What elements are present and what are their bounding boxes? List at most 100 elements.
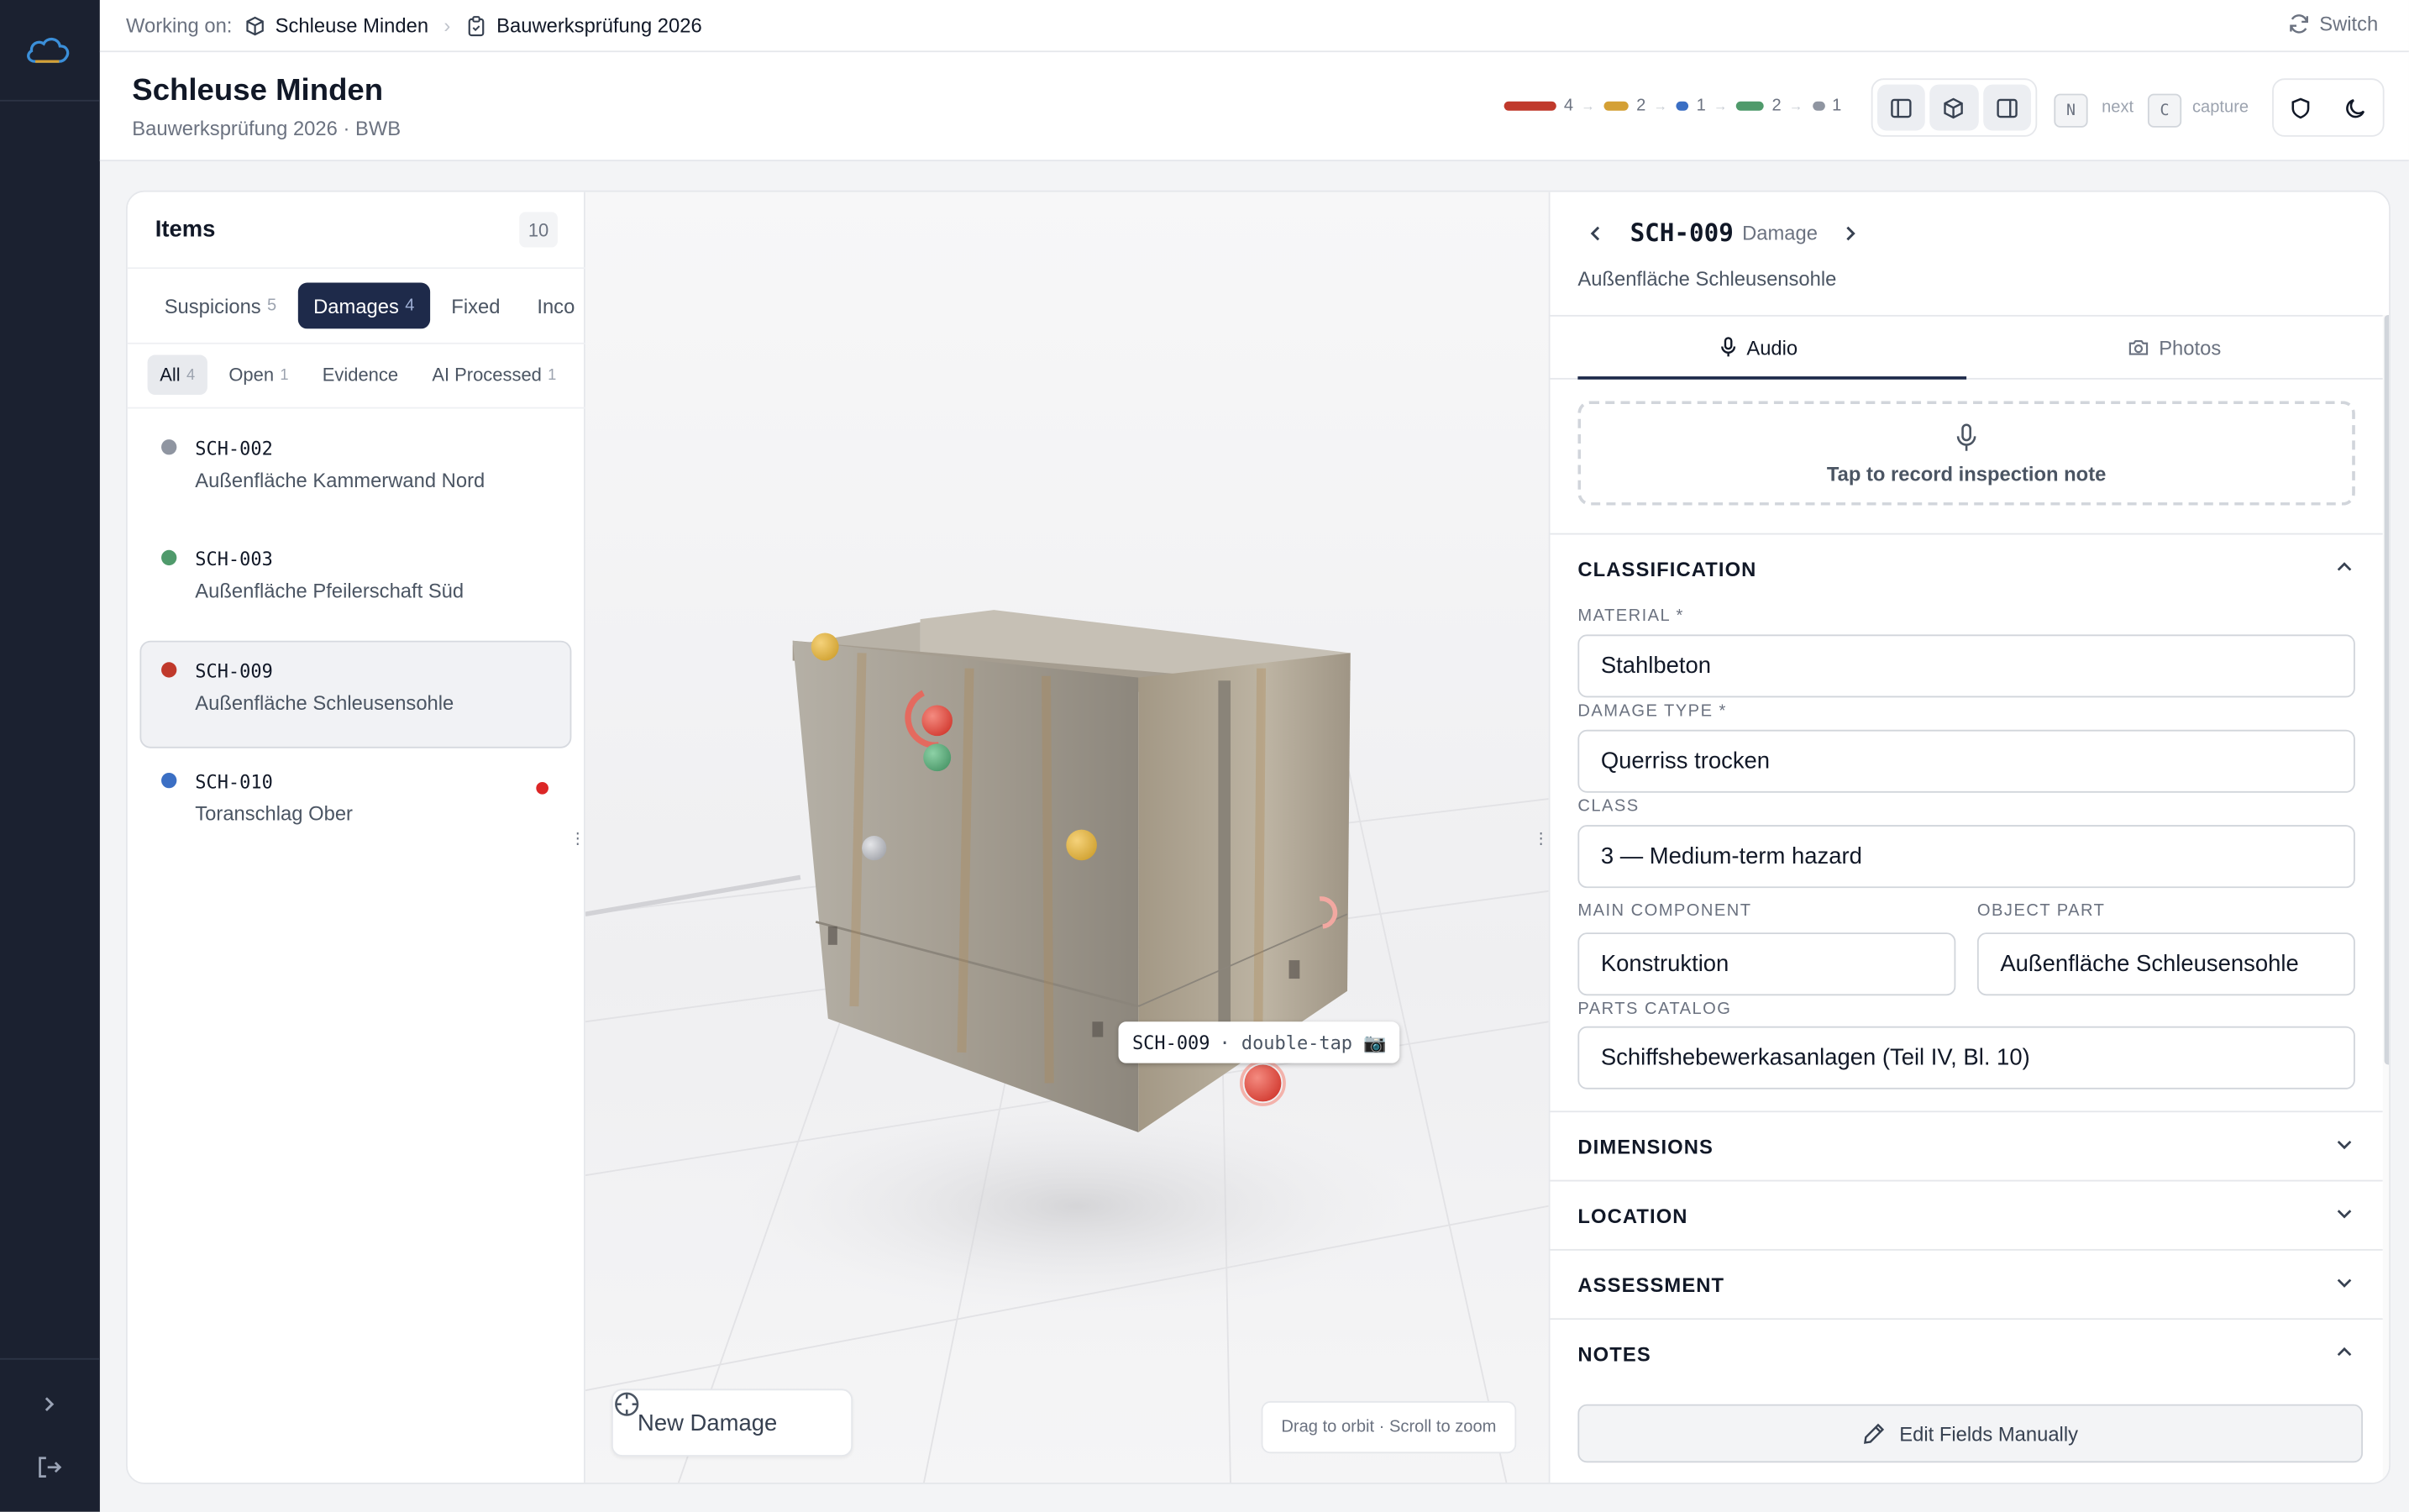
3d-scene[interactable]: [585, 192, 1549, 1484]
edit-fields-label: Edit Fields Manually: [1899, 1421, 2079, 1446]
object-part-field[interactable]: Außenfläche Schleusensohle: [1976, 932, 2355, 996]
list-item[interactable]: SCH-003 Außenfläche Pfeilerschaft Süd: [139, 528, 571, 636]
item-id: SCH-003: [195, 548, 273, 570]
legend-count: 1: [1832, 97, 1842, 116]
expand-sidebar-icon[interactable]: [31, 1386, 68, 1423]
list-item[interactable]: SCH-010 Toranschlag Ober: [139, 751, 571, 858]
legend-count: 2: [1771, 97, 1782, 116]
page-header: Schleuse Minden Bauwerksprüfung 2026 · B…: [99, 52, 2409, 162]
section-dimensions-header[interactable]: DIMENSIONS: [1550, 1110, 2383, 1179]
tab-count: 5: [267, 296, 277, 315]
section-assessment-header[interactable]: ASSESSMENT: [1550, 1248, 2383, 1318]
right-panel-toggle-button[interactable]: [1982, 84, 2031, 131]
list-item-selected[interactable]: SCH-009 Außenfläche Schleusensohle: [139, 640, 572, 748]
item-description: Außenfläche Schleusensohle: [195, 691, 454, 715]
dark-mode-button[interactable]: [2334, 86, 2377, 129]
context-bar: Working on: Schleuse Minden › Bauwerkspr…: [99, 0, 2409, 53]
tab-label: Suspicions: [164, 294, 261, 318]
section-title: LOCATION: [1577, 1204, 1688, 1228]
switch-button[interactable]: Switch: [2287, 13, 2378, 35]
legend-swatch: [1736, 101, 1765, 111]
edit-fields-button[interactable]: Edit Fields Manually: [1577, 1404, 2364, 1463]
scrollbar-thumb[interactable]: [2384, 314, 2390, 1065]
main-component-label: MAIN COMPONENT: [1577, 901, 1752, 921]
status-dot: [161, 439, 177, 455]
main-component-field[interactable]: Konstruktion: [1577, 932, 1956, 996]
tab-audio[interactable]: Audio: [1550, 317, 1967, 380]
capture-shortcut-key: C: [2147, 93, 2182, 128]
tab-audio-label: Audio: [1746, 335, 1798, 360]
section-classification-header[interactable]: CLASSIFICATION: [1550, 533, 2383, 602]
sidebar-left-icon: [1891, 97, 1912, 118]
next-item-button[interactable]: [1834, 218, 1866, 249]
microphone-icon: [1720, 337, 1735, 357]
filter-label: AI Processed: [432, 364, 542, 386]
3d-viewer[interactable]: SCH-009 · double-tap 📷 New Damage Drag t…: [585, 192, 1549, 1484]
material-label: MATERIAL *: [1577, 606, 1684, 626]
filter-label: All: [160, 364, 181, 386]
camera-icon: [2129, 339, 2149, 355]
tab-incomplete[interactable]: Inco: [522, 283, 585, 329]
legend-arrow-icon: →: [1653, 98, 1667, 114]
parts-catalog-field[interactable]: Schiffshebewerkasanlagen (Teil IV, Bl. 1…: [1577, 1026, 2355, 1089]
severity-legend: 4 → 2 → 1 → 2 → 1: [1504, 97, 1850, 115]
new-damage-button[interactable]: New Damage: [611, 1389, 853, 1457]
next-shortcut-label: next: [2102, 98, 2134, 118]
items-title: Items: [155, 216, 216, 243]
section-location-header[interactable]: LOCATION: [1550, 1179, 2383, 1249]
tab-label: Damages: [313, 294, 399, 318]
filter-open[interactable]: Open 1: [217, 354, 301, 395]
legend-swatch: [1504, 101, 1556, 111]
breadcrumb-inspection[interactable]: Bauwerksprüfung 2026: [466, 13, 702, 37]
header-actions: [2272, 78, 2385, 137]
legend-arrow-icon: →: [1581, 98, 1595, 114]
legend-swatch: [1676, 101, 1689, 111]
chevron-up-icon: [2337, 1347, 2352, 1357]
cloud-logo-icon: [22, 28, 77, 74]
chevron-down-icon: [2337, 1140, 2352, 1150]
filter-ai-processed[interactable]: AI Processed 1: [420, 354, 569, 395]
legend-count: 4: [1563, 97, 1574, 116]
tooltip-hint: · double-tap 📷: [1219, 1032, 1387, 1053]
workspace-card: Items 10 Suspicions 5 Damages 4 Fixed Inco…: [125, 190, 2391, 1484]
page-title: Schleuse Minden: [132, 73, 384, 108]
breadcrumb-project[interactable]: Schleuse Minden: [244, 13, 428, 37]
working-on-label: Working on:: [125, 13, 233, 37]
tab-fixed[interactable]: Fixed: [436, 283, 516, 329]
record-note-label: Tap to record inspection note: [1826, 461, 2107, 486]
material-field[interactable]: Stahlbeton: [1577, 634, 2355, 698]
detail-scrollbar[interactable]: [2382, 314, 2390, 1483]
damage-type-label: DAMAGE TYPE *: [1577, 701, 1727, 721]
pencil-icon: [1864, 1423, 1885, 1444]
detail-panel: SCH-009 Damage Außenfläche Schleusensohl…: [1548, 192, 2390, 1483]
unsaved-indicator: [536, 781, 548, 795]
detail-id: SCH-009: [1630, 218, 1734, 248]
previous-item-button[interactable]: [1581, 218, 1612, 249]
shield-button[interactable]: [2280, 86, 2322, 129]
record-note-button[interactable]: Tap to record inspection note: [1577, 401, 2355, 506]
tab-photos[interactable]: Photos: [1966, 317, 2383, 378]
list-item[interactable]: SCH-002 Außenfläche Kammerwand Nord: [139, 417, 571, 525]
section-title: CLASSIFICATION: [1577, 557, 1757, 581]
crosshair-icon: [615, 1392, 639, 1416]
section-notes-header[interactable]: NOTES: [1550, 1318, 2383, 1387]
orbit-hint: Drag to orbit · Scroll to zoom: [1261, 1401, 1517, 1454]
sidebar-right-icon: [1997, 97, 2018, 118]
filter-evidence[interactable]: Evidence: [310, 354, 411, 395]
tab-damages[interactable]: Damages 4: [297, 282, 430, 329]
3d-view-toggle-button[interactable]: [1929, 84, 1979, 131]
item-category-tabs: Suspicions 5 Damages 4 Fixed Inco: [149, 282, 585, 329]
legend-arrow-icon: →: [1788, 98, 1803, 114]
filter-all[interactable]: All 4: [147, 354, 207, 396]
left-panel-toggle-button[interactable]: [1877, 84, 1926, 131]
damage-type-field[interactable]: Querriss trocken: [1577, 729, 2355, 793]
moon-icon: [2345, 98, 2364, 118]
logout-icon[interactable]: [31, 1449, 68, 1486]
tab-suspicions[interactable]: Suspicions 5: [149, 283, 291, 329]
class-field[interactable]: 3 — Medium-term hazard: [1577, 825, 2355, 889]
item-filter-tabs: All 4 Open 1 Evidence AI Processed 1: [147, 354, 569, 396]
new-damage-label: New Damage: [638, 1410, 778, 1436]
tab-label: Inco: [537, 294, 575, 318]
filter-label: Evidence: [322, 364, 399, 386]
legend-count: 1: [1696, 97, 1706, 116]
